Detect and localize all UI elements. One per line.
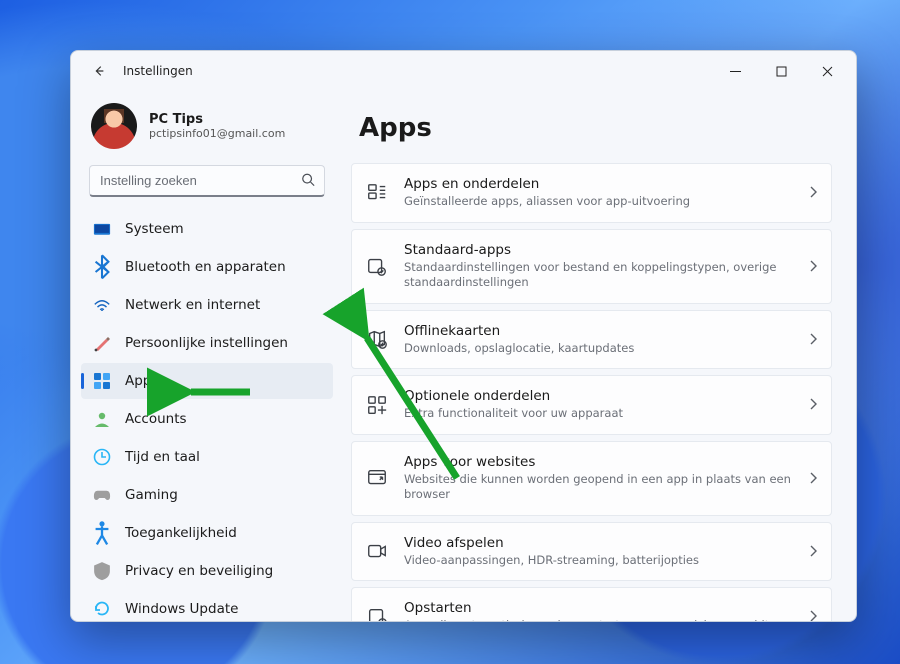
chevron-right-icon bbox=[809, 469, 817, 488]
card-title: Standaard-apps bbox=[404, 242, 793, 258]
accounts-icon bbox=[93, 410, 111, 428]
card-default-apps[interactable]: Standaard-apps Standaardinstellingen voo… bbox=[351, 229, 832, 304]
window-title: Instellingen bbox=[123, 64, 193, 78]
maximize-button[interactable] bbox=[758, 55, 804, 87]
personalization-icon bbox=[93, 334, 111, 352]
search-icon bbox=[301, 172, 315, 191]
accessibility-icon bbox=[93, 524, 111, 542]
minimize-button[interactable] bbox=[712, 55, 758, 87]
card-apps-features[interactable]: Apps en onderdelen Geïnstalleerde apps, … bbox=[351, 163, 832, 223]
sidebar: PC Tips pctipsinfo01@gmail.com Syst bbox=[71, 91, 343, 621]
sidebar-item-label: Accounts bbox=[125, 411, 187, 427]
card-sub: Standaardinstellingen voor bestand en ko… bbox=[404, 260, 793, 291]
sidebar-item-network[interactable]: Netwerk en internet bbox=[81, 287, 333, 323]
card-sub: Geïnstalleerde apps, aliassen voor app-u… bbox=[404, 194, 793, 210]
titlebar: Instellingen bbox=[71, 51, 856, 91]
card-startup[interactable]: Opstarten Apps die automatisch worden ge… bbox=[351, 587, 832, 621]
card-sub: Downloads, opslaglocatie, kaartupdates bbox=[404, 341, 793, 357]
sidebar-item-accessibility[interactable]: Toegankelijkheid bbox=[81, 515, 333, 551]
card-video-playback[interactable]: Video afspelen Video-aanpassingen, HDR-s… bbox=[351, 522, 832, 582]
settings-window: Instellingen PC Tips pctipsinfo01@gmail.… bbox=[70, 50, 857, 622]
profile-block[interactable]: PC Tips pctipsinfo01@gmail.com bbox=[81, 91, 333, 165]
back-button[interactable] bbox=[85, 57, 113, 85]
content-area: Apps Apps en onderdelen Geïnstalleerde a… bbox=[343, 91, 856, 621]
chevron-right-icon bbox=[809, 395, 817, 414]
card-title: Opstarten bbox=[404, 600, 793, 616]
sidebar-item-gaming[interactable]: Gaming bbox=[81, 477, 333, 513]
apps-icon bbox=[93, 372, 111, 390]
close-icon bbox=[822, 66, 833, 77]
profile-email: pctipsinfo01@gmail.com bbox=[149, 127, 285, 140]
card-title: Offlinekaarten bbox=[404, 323, 793, 339]
search-input[interactable] bbox=[89, 165, 325, 197]
close-button[interactable] bbox=[804, 55, 850, 87]
default-apps-icon bbox=[366, 255, 388, 277]
card-apps-for-websites[interactable]: Apps voor websites Websites die kunnen w… bbox=[351, 441, 832, 516]
sidebar-item-label: Netwerk en internet bbox=[125, 297, 260, 313]
video-playback-icon bbox=[366, 540, 388, 562]
sidebar-item-label: Bluetooth en apparaten bbox=[125, 259, 286, 275]
card-sub: Websites die kunnen worden geopend in ee… bbox=[404, 472, 793, 503]
bluetooth-icon bbox=[93, 258, 111, 276]
optional-features-icon bbox=[366, 394, 388, 416]
gaming-icon bbox=[93, 486, 111, 504]
privacy-icon bbox=[93, 562, 111, 580]
network-icon bbox=[93, 296, 111, 314]
arrow-left-icon bbox=[92, 64, 106, 78]
minimize-icon bbox=[730, 66, 741, 77]
sidebar-item-label: Apps bbox=[125, 373, 158, 389]
avatar bbox=[91, 103, 137, 149]
sidebar-item-system[interactable]: Systeem bbox=[81, 211, 333, 247]
sidebar-item-time-language[interactable]: Tijd en taal bbox=[81, 439, 333, 475]
card-offline-maps[interactable]: Offlinekaarten Downloads, opslaglocatie,… bbox=[351, 310, 832, 370]
time-language-icon bbox=[93, 448, 111, 466]
card-sub: Apps die automatisch worden gestart wann… bbox=[404, 618, 793, 621]
card-title: Apps en onderdelen bbox=[404, 176, 793, 192]
sidebar-item-label: Toegankelijkheid bbox=[125, 525, 237, 541]
chevron-right-icon bbox=[809, 257, 817, 276]
sidebar-item-label: Systeem bbox=[125, 221, 184, 237]
chevron-right-icon bbox=[809, 330, 817, 349]
startup-icon bbox=[366, 606, 388, 621]
card-sub: Video-aanpassingen, HDR-streaming, batte… bbox=[404, 553, 793, 569]
sidebar-item-label: Gaming bbox=[125, 487, 178, 503]
sidebar-item-label: Persoonlijke instellingen bbox=[125, 335, 288, 351]
card-title: Video afspelen bbox=[404, 535, 793, 551]
chevron-right-icon bbox=[809, 183, 817, 202]
profile-name: PC Tips bbox=[149, 112, 285, 127]
card-sub: Extra functionaliteit voor uw apparaat bbox=[404, 406, 793, 422]
sidebar-item-personalization[interactable]: Persoonlijke instellingen bbox=[81, 325, 333, 361]
system-icon bbox=[93, 220, 111, 238]
windows-update-icon bbox=[93, 600, 111, 618]
card-title: Optionele onderdelen bbox=[404, 388, 793, 404]
search-wrap bbox=[89, 165, 325, 197]
apps-for-websites-icon bbox=[366, 467, 388, 489]
nav-list: Systeem Bluetooth en apparaten Netwerk e… bbox=[81, 211, 333, 621]
page-title: Apps bbox=[359, 113, 832, 143]
chevron-right-icon bbox=[809, 607, 817, 621]
apps-features-icon bbox=[366, 182, 388, 204]
sidebar-item-label: Privacy en beveiliging bbox=[125, 563, 273, 579]
sidebar-item-label: Tijd en taal bbox=[125, 449, 200, 465]
offline-maps-icon bbox=[366, 328, 388, 350]
sidebar-item-accounts[interactable]: Accounts bbox=[81, 401, 333, 437]
sidebar-item-bluetooth[interactable]: Bluetooth en apparaten bbox=[81, 249, 333, 285]
card-title: Apps voor websites bbox=[404, 454, 793, 470]
sidebar-item-windows-update[interactable]: Windows Update bbox=[81, 591, 333, 621]
sidebar-item-privacy[interactable]: Privacy en beveiliging bbox=[81, 553, 333, 589]
sidebar-item-label: Windows Update bbox=[125, 601, 238, 617]
maximize-icon bbox=[776, 66, 787, 77]
chevron-right-icon bbox=[809, 542, 817, 561]
sidebar-item-apps[interactable]: Apps bbox=[81, 363, 333, 399]
card-optional-features[interactable]: Optionele onderdelen Extra functionalite… bbox=[351, 375, 832, 435]
